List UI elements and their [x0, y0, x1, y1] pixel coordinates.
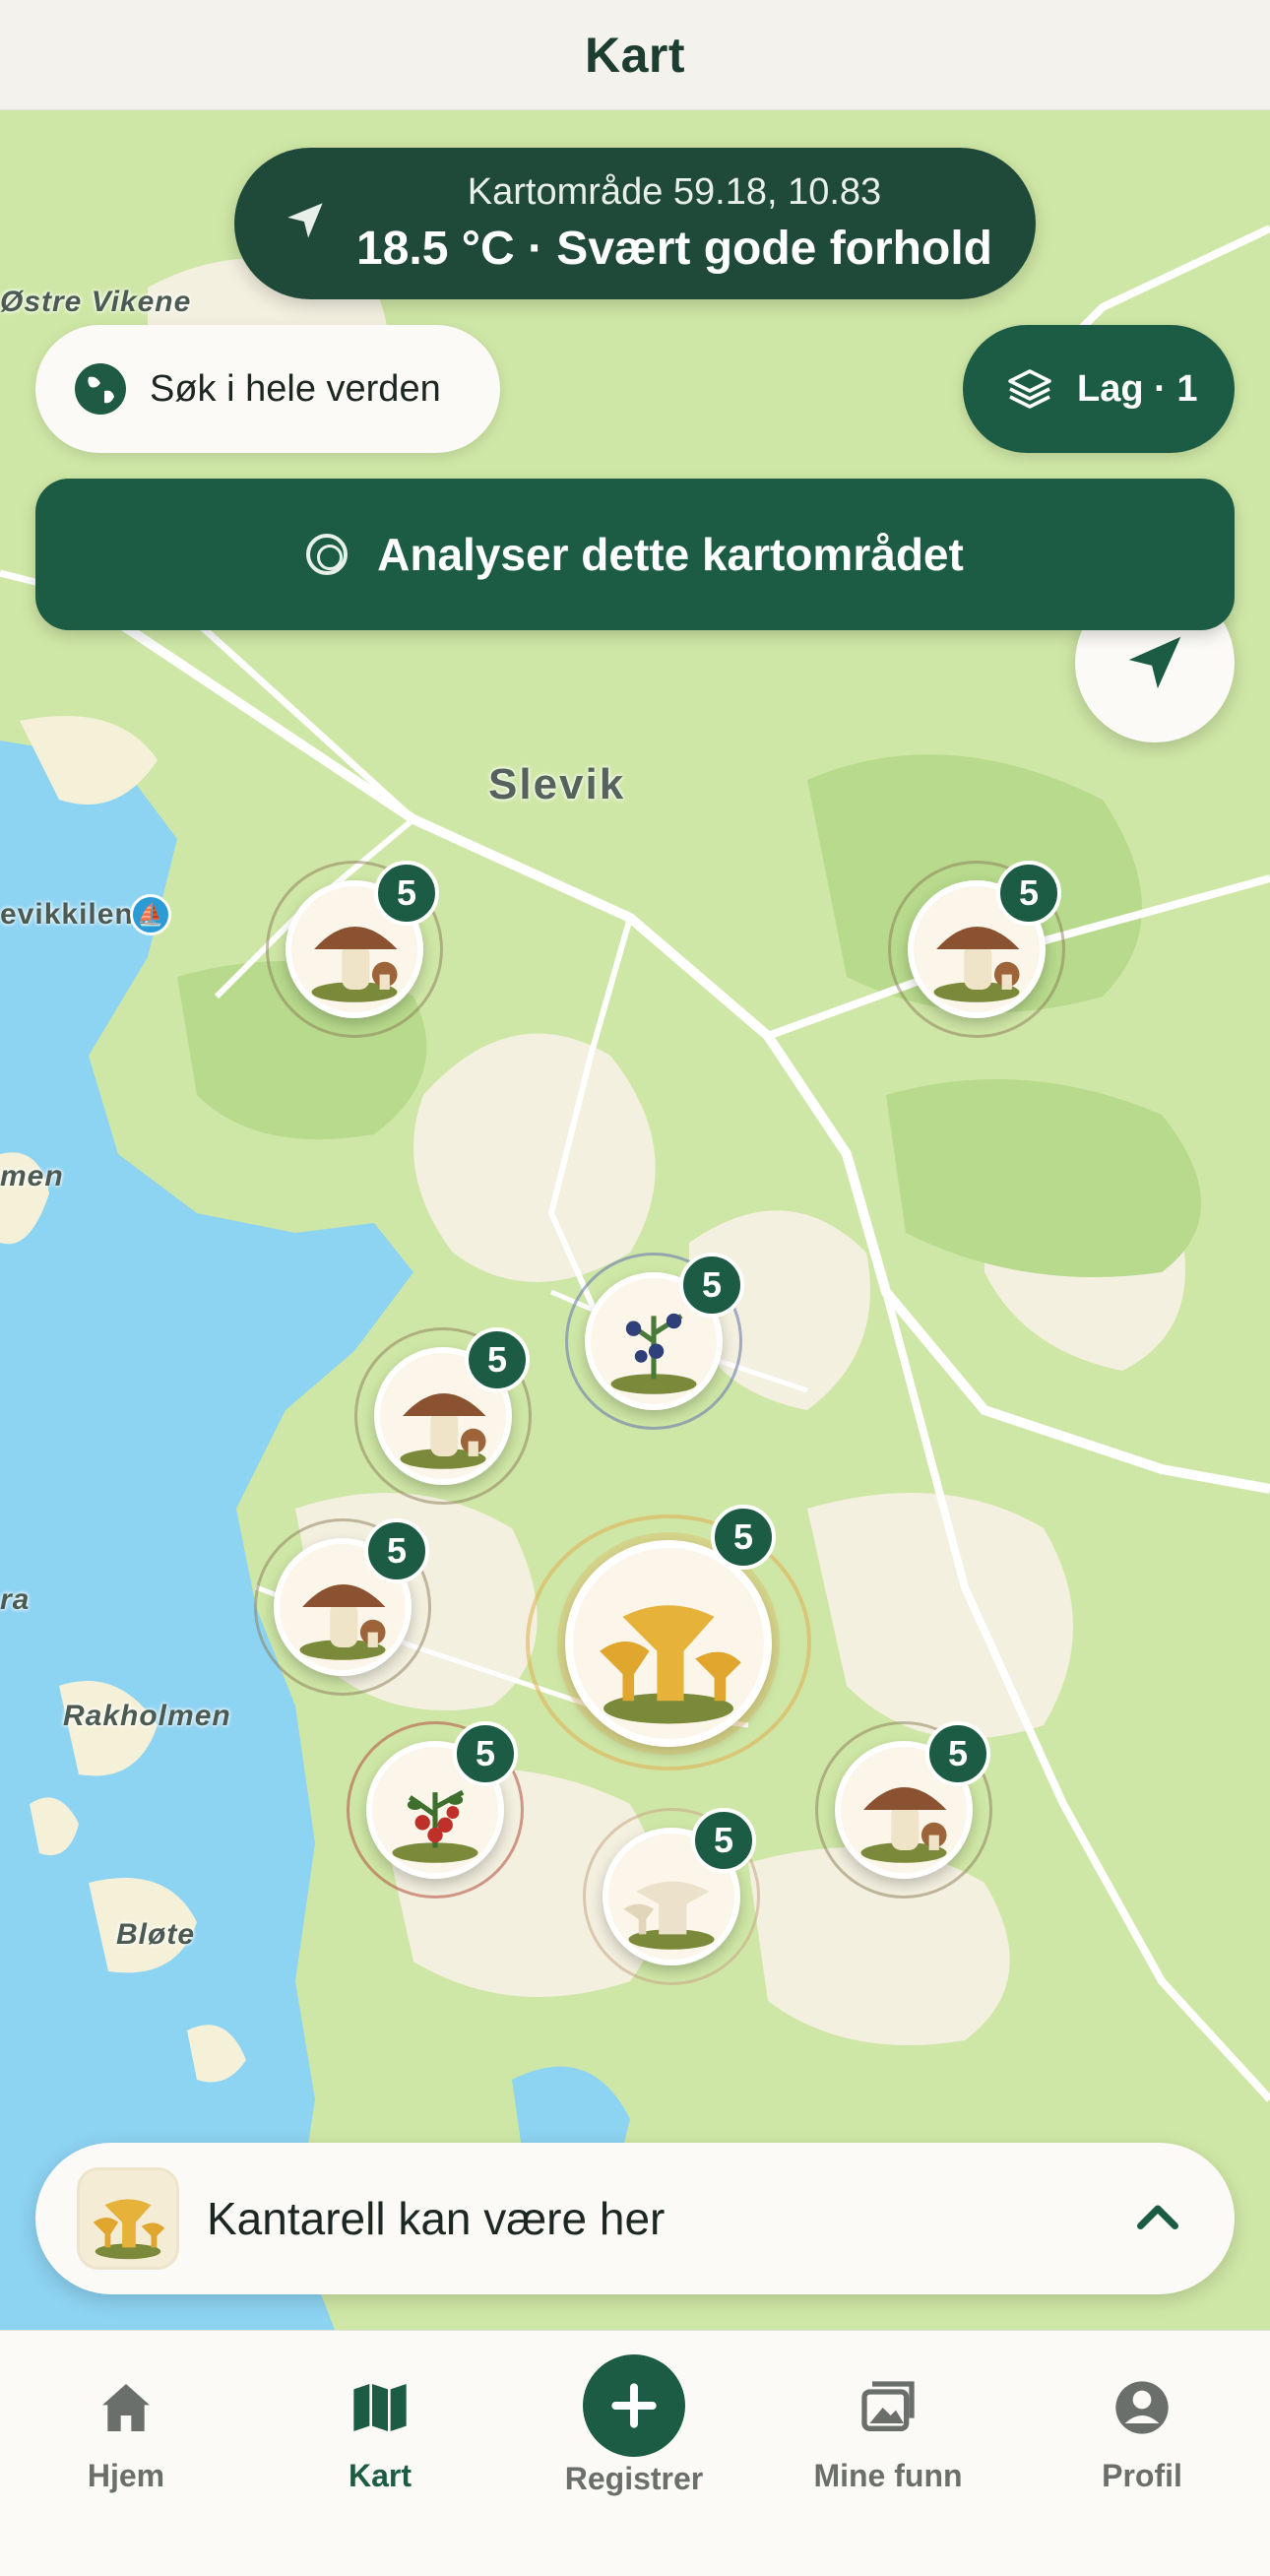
location-arrow-icon — [1128, 636, 1181, 689]
map-icon — [353, 2384, 407, 2431]
place-label-men: men — [0, 1160, 64, 1192]
map-marker-blabaer[interactable]: 5 — [565, 1253, 744, 1430]
chevron-up-icon[interactable] — [1128, 2189, 1187, 2248]
tab-label: Profil — [1102, 2458, 1182, 2493]
home-icon — [102, 2384, 150, 2431]
search-worldwide-label: Søk i hele verden — [150, 367, 441, 410]
layers-icon — [1008, 369, 1051, 409]
map-screen: Kart Østre Vikene Slevik evikkilen ⛵ men… — [0, 0, 1270, 2576]
plus-icon — [583, 2354, 685, 2457]
marker-count-badge: 5 — [925, 1721, 990, 1786]
tab-my-finds[interactable]: Mine funn — [780, 2376, 996, 2494]
top-bar: Kart — [0, 0, 1270, 110]
marker-count-badge: 5 — [453, 1721, 518, 1786]
analyse-map-area-button[interactable]: Analyser dette kartområdet — [35, 479, 1235, 630]
photos-icon — [861, 2381, 915, 2431]
map-marker-steinsopp[interactable]: 5 — [266, 861, 443, 1038]
place-label-rakholmen: Rakholmen — [63, 1700, 231, 1732]
analyse-map-area-label: Analyser dette kartområdet — [377, 529, 964, 580]
map-area-conditions: 18.5 °C · Svært gode forhold — [356, 223, 992, 275]
tab-home[interactable]: Hjem — [18, 2376, 234, 2494]
map-marker-steinsopp[interactable]: 5 — [815, 1721, 992, 1899]
place-label-ostre-vikene: Østre Vikene — [0, 286, 192, 318]
page-title: Kart — [584, 27, 686, 83]
place-label-blote: Bløte — [116, 1918, 195, 1951]
marker-count-badge: 5 — [364, 1518, 429, 1583]
target-icon — [306, 534, 349, 575]
place-label-ra: ra — [0, 1583, 31, 1616]
marker-count-badge: 5 — [465, 1327, 530, 1392]
tab-register[interactable]: Registrer — [526, 2354, 742, 2497]
place-label-slevik: Slevik — [488, 760, 626, 808]
map-marker-kantarell-selected[interactable]: 5 — [526, 1485, 811, 1771]
tab-label: Kart — [348, 2458, 412, 2493]
map-area-info-pill[interactable]: Kartområde 59.18, 10.83 18.5 °C · Svært … — [234, 148, 1036, 299]
marker-count-badge: 5 — [374, 861, 439, 926]
species-suggestion-label: Kantarell kan være her — [207, 2193, 666, 2244]
search-worldwide-button[interactable]: Søk i hele verden — [35, 325, 500, 453]
marina-icon: ⛵ — [130, 894, 171, 935]
person-icon — [1115, 2381, 1169, 2434]
place-label-evikkilen: evikkilen — [0, 898, 134, 931]
tab-map[interactable]: Kart — [272, 2376, 488, 2494]
tab-label: Mine funn — [813, 2458, 963, 2493]
marker-count-badge: 5 — [679, 1253, 744, 1318]
globe-icon — [75, 363, 126, 415]
map-marker-steinsopp[interactable]: 5 — [254, 1518, 431, 1696]
map-marker-piggsopp[interactable]: 5 — [583, 1808, 760, 1985]
tab-profile[interactable]: Profil — [1034, 2376, 1250, 2494]
species-suggestion-sheet[interactable]: Kantarell kan være her — [35, 2143, 1235, 2294]
tab-label: Hjem — [87, 2458, 165, 2493]
marker-count-badge: 5 — [996, 861, 1061, 926]
layers-label: Lag · 1 — [1077, 367, 1198, 410]
map-marker-steinsopp[interactable]: 5 — [354, 1327, 532, 1505]
marker-count-badge: 5 — [711, 1505, 776, 1570]
kantarell-thumbnail — [77, 2167, 179, 2270]
marker-count-badge: 5 — [691, 1808, 756, 1873]
map-marker-tyttebaer[interactable]: 5 — [347, 1721, 524, 1899]
tab-label: Registrer — [564, 2461, 704, 2496]
map-marker-steinsopp[interactable]: 5 — [888, 861, 1065, 1038]
bottom-tab-bar: Hjem Kart Registrer Mine funn Profil — [0, 2330, 1270, 2576]
layers-button[interactable]: Lag · 1 — [963, 325, 1235, 453]
map-area-coordinates: Kartområde 59.18, 10.83 — [467, 171, 882, 213]
